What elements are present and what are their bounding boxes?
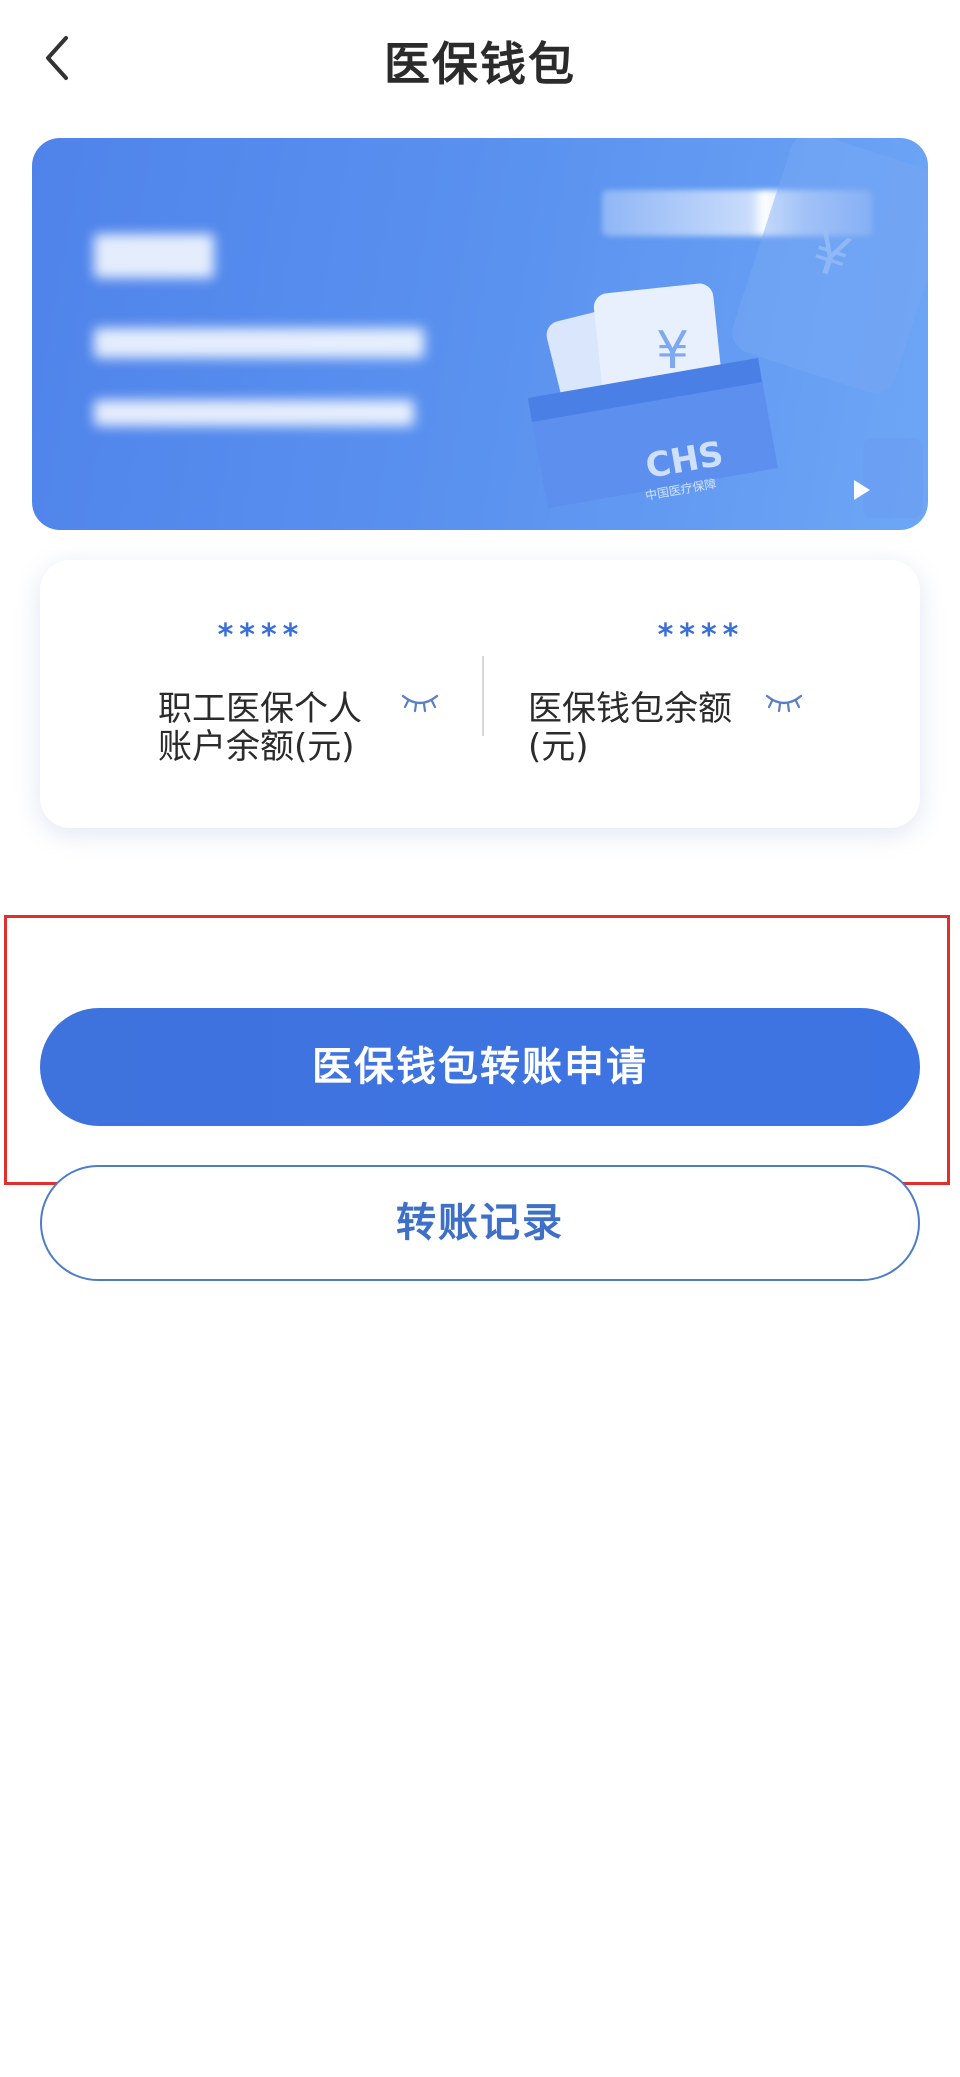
personal-account-balance: **** 职工医保个人账户余额(元) — [40, 560, 482, 828]
wallet-card: ¥ ¥ CHS 中国医疗保障 — [32, 138, 928, 530]
account-blurred — [94, 400, 414, 426]
wallet-balance: **** 医保钱包余额(元) — [482, 560, 920, 828]
play-icon[interactable] — [852, 478, 872, 502]
balance-masked-value: **** — [217, 618, 305, 653]
balance-label: 职工医保个人账户余额(元) — [158, 689, 362, 767]
name-blurred — [94, 234, 214, 278]
transfer-apply-button[interactable]: 医保钱包转账申请 — [40, 1008, 920, 1126]
page-title: 医保钱包 — [384, 37, 576, 91]
eye-closed-icon[interactable] — [400, 692, 440, 714]
nav-bar: 医保钱包 — [0, 0, 960, 120]
balance-masked-value: **** — [657, 618, 745, 653]
eye-closed-icon[interactable] — [764, 692, 804, 714]
wallet-illustration: ¥ ¥ CHS 中国医疗保障 — [528, 138, 928, 518]
balance-label: 医保钱包余额(元) — [528, 689, 732, 767]
balance-panel: **** 职工医保个人账户余额(元) **** 医保钱包余额(元) — [40, 560, 920, 828]
transfer-records-button[interactable]: 转账记录 — [40, 1165, 920, 1281]
id-blurred — [94, 328, 424, 358]
